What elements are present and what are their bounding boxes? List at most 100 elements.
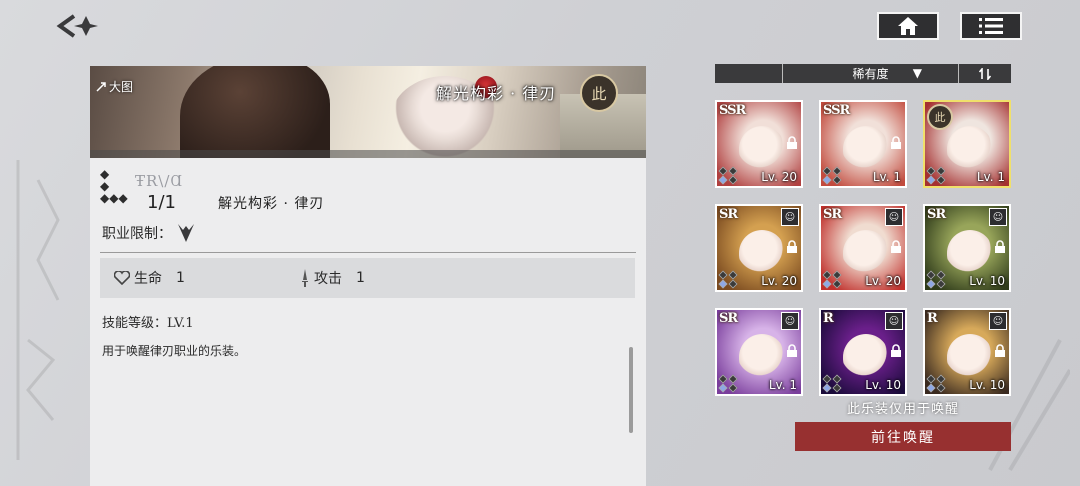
dress-card[interactable]: SSR Lv. 20 — [715, 100, 803, 188]
job-limit: 职业限制： — [102, 222, 196, 244]
background-decoration — [16, 160, 60, 460]
star-pip — [822, 166, 832, 176]
back-button[interactable] — [56, 12, 100, 40]
sort-order-button[interactable] — [959, 67, 1011, 80]
job-emblem-icon: 此 — [927, 104, 953, 130]
hp-value: 1 — [176, 270, 185, 286]
view-large-image-button[interactable]: 大图 — [96, 78, 133, 95]
dress-card-grid: SSR Lv. 20 SSR Lv. 1 此 Lv. 1 SR ☺ Lv. 20 SR ☺ Lv. 2… — [715, 100, 1015, 396]
card-level: Lv. 10 — [969, 274, 1005, 288]
card-level: Lv. 10 — [865, 378, 901, 392]
back-arrow-icon — [56, 14, 98, 38]
star-pip — [832, 279, 842, 289]
lock-icon — [891, 344, 901, 357]
owner-portrait-icon: ☺ — [989, 312, 1007, 330]
attack-label: 攻击 — [314, 271, 342, 287]
home-button[interactable] — [877, 12, 939, 40]
card-character — [947, 334, 993, 380]
dress-card[interactable]: R ☺ Lv. 10 — [923, 308, 1011, 396]
home-icon — [898, 17, 918, 35]
hp-label: 生命 — [134, 271, 162, 287]
star-pip — [822, 383, 832, 393]
dress-card[interactable]: R ☺ Lv. 10 — [819, 308, 907, 396]
star-pip — [936, 279, 946, 289]
owner-portrait-icon: ☺ — [781, 208, 799, 226]
chevron-up-icon[interactable]: ︿ — [360, 150, 372, 158]
star-pip — [926, 166, 936, 176]
attack-value: 1 — [356, 270, 365, 286]
awaken-only-note: 此乐装仅用于唤醒 — [846, 402, 959, 417]
rarity-diamonds-icon: ◆ ◆ ◆◆◆ — [100, 167, 128, 205]
star-pip — [926, 374, 936, 384]
card-level: Lv. 20 — [865, 274, 901, 288]
card-stars — [718, 374, 738, 393]
filter-segment[interactable] — [715, 64, 783, 83]
view-large-image-label: 大图 — [109, 80, 134, 94]
lock-icon — [891, 136, 901, 149]
card-stars — [926, 374, 946, 393]
sword-icon — [302, 269, 308, 287]
stats-bar: 生命 1 攻击 1 — [100, 258, 635, 298]
card-level: Lv. 1 — [872, 170, 901, 184]
card-character — [843, 230, 889, 276]
card-level: Lv. 1 — [768, 378, 797, 392]
owner-portrait-icon: ☺ — [885, 312, 903, 330]
description-scrollbar[interactable] — [629, 347, 633, 433]
star-pip — [832, 383, 842, 393]
dress-card[interactable]: SR ☺ Lv. 20 — [715, 204, 803, 292]
star-pip — [926, 175, 936, 185]
lock-icon — [787, 240, 797, 253]
star-pip — [936, 374, 946, 384]
go-awaken-button[interactable]: 前往唤醒 — [795, 422, 1011, 451]
banner-title: 解光构彩 · 律刃 — [436, 84, 557, 103]
lock-icon — [787, 136, 797, 149]
card-rarity: R — [927, 311, 938, 326]
star-pip — [822, 279, 832, 289]
card-character — [739, 334, 785, 380]
star-pip — [822, 270, 832, 280]
star-pip — [728, 374, 738, 384]
card-rarity: SR — [719, 311, 738, 326]
sort-bar: 稀有度 ▼ — [715, 64, 1011, 83]
card-level: Lv. 20 — [761, 170, 797, 184]
star-pip — [718, 279, 728, 289]
star-pip — [936, 270, 946, 280]
dress-card[interactable]: SR ☺ Lv. 10 — [923, 204, 1011, 292]
item-count: 1/1 — [147, 192, 176, 213]
star-pip — [926, 270, 936, 280]
dress-card[interactable]: SR ☺ Lv. 20 — [819, 204, 907, 292]
star-pip — [936, 175, 946, 185]
stat-attack: 攻击 1 — [300, 268, 365, 288]
card-level: Lv. 20 — [761, 274, 797, 288]
owner-portrait-icon: ☺ — [781, 312, 799, 330]
star-pip — [822, 374, 832, 384]
star-pip — [936, 383, 946, 393]
owner-portrait-icon: ☺ — [989, 208, 1007, 226]
card-level: Lv. 10 — [969, 378, 1005, 392]
card-character — [843, 126, 889, 172]
job-emblem-icon: 此 — [580, 74, 618, 112]
job-limit-label: 职业限制： — [102, 226, 172, 242]
card-rarity: SR — [927, 207, 946, 222]
expand-icon — [96, 81, 106, 92]
card-rarity: SR — [719, 207, 738, 222]
dress-card[interactable]: SR ☺ Lv. 1 — [715, 308, 803, 396]
divider — [100, 252, 636, 253]
star-pip — [718, 270, 728, 280]
dress-card[interactable]: 此 Lv. 1 — [923, 100, 1011, 188]
lock-icon — [995, 240, 1005, 253]
sort-dropdown[interactable]: 稀有度 ▼ — [783, 64, 959, 83]
menu-button[interactable] — [960, 12, 1022, 40]
star-pip — [728, 383, 738, 393]
card-character — [947, 126, 993, 172]
triangle-down-icon: ▼ — [912, 66, 922, 80]
lock-icon — [891, 240, 901, 253]
dress-card[interactable]: SSR Lv. 1 — [819, 100, 907, 188]
card-character — [739, 126, 785, 172]
item-detail-panel: 大图 解光构彩 · 律刃 此 ︿ ◆ ◆ ◆◆◆ ŦR\/Ɑ 1/1 解光构彩 … — [90, 66, 646, 486]
star-pip — [728, 175, 738, 185]
card-stars — [822, 374, 842, 393]
item-banner-art: 大图 解光构彩 · 律刃 此 ︿ — [90, 66, 646, 158]
star-pip — [832, 166, 842, 176]
card-level: Lv. 1 — [976, 170, 1005, 184]
